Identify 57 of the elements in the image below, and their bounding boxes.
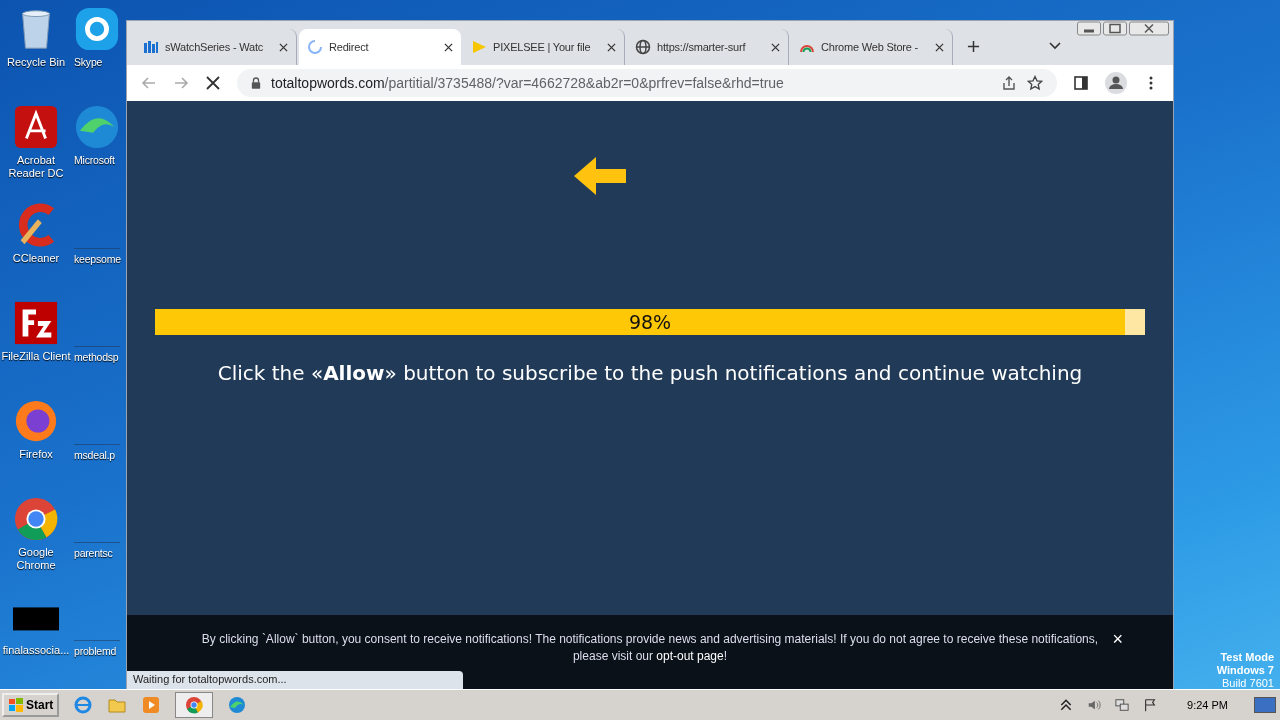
new-tab-icon[interactable]	[967, 40, 980, 53]
desktop-icon-label[interactable]: Acrobat Reader DC	[1, 154, 71, 180]
test-mode-text: Build 7601	[1222, 677, 1274, 690]
progress-reading: 98%	[628, 311, 672, 333]
desktop-icon-label[interactable]: problemd	[74, 645, 117, 658]
opt-out-link[interactable]: opt-out page	[656, 649, 724, 663]
speaker-icon[interactable]	[1087, 698, 1102, 712]
close-icon[interactable]	[771, 42, 780, 52]
close-icon[interactable]	[279, 42, 288, 52]
desktop-icon-label[interactable]: CCleaner	[12, 252, 60, 265]
desktop-icon-label[interactable]: methodsp	[74, 351, 119, 364]
close-icon[interactable]	[444, 42, 453, 52]
close-button[interactable]: ×	[1112, 629, 1123, 650]
close-icon[interactable]	[607, 42, 616, 52]
desktop-icon-label[interactable]: finalassocia...	[2, 644, 70, 657]
close-icon[interactable]	[935, 42, 944, 52]
lock-icon[interactable]	[251, 77, 261, 89]
desktop-icon-label[interactable]: FileZilla Client	[1, 350, 71, 363]
desktop-icon-label[interactable]: Microsoft	[74, 154, 115, 167]
side-panel-icon[interactable]	[1073, 75, 1089, 91]
bars-icon	[143, 39, 159, 55]
windows-logo-icon	[8, 697, 24, 713]
stop-icon[interactable]	[205, 75, 221, 91]
globe-icon	[635, 39, 651, 55]
chevron-down-icon[interactable]	[1049, 42, 1061, 50]
share-icon[interactable]	[1001, 75, 1017, 91]
play-icon	[471, 39, 487, 55]
left-arrow-icon	[574, 157, 626, 195]
instruction-text: Click the «Allow» button to subscribe to the push notifications and continue watching	[217, 361, 1083, 385]
desktop-icon-label[interactable]: Google Chrome	[1, 546, 71, 572]
address-bar[interactable]: totaltopwords.com/partitial/3735488/?var=4662728&ab2r=0&prfrev=false&rhd=true	[237, 69, 1057, 97]
caret-up-icon[interactable]	[1059, 698, 1074, 712]
desktop-icon-label[interactable]: keepsome	[74, 253, 121, 266]
network-icon[interactable]	[1115, 698, 1130, 712]
desktop-icon-label[interactable]: Recycle Bin	[6, 56, 66, 69]
chrome-logo-icon[interactable]	[13, 496, 59, 542]
url-text: totaltopwords.com/partitial/3735488/?var=4662728&ab2r=0&prfrev=false&rhd=true	[271, 75, 784, 91]
test-mode-text: Windows 7	[1216, 664, 1274, 677]
restore-icon[interactable]	[1103, 21, 1127, 36]
desktop-icon-label[interactable]: Firefox	[19, 448, 53, 461]
fz-logo-icon[interactable]	[13, 300, 59, 346]
test-mode-text: Test Mode	[1220, 651, 1274, 664]
clock[interactable]: 9:24 PM	[1187, 699, 1228, 711]
desktop-icon-label[interactable]: Skype	[74, 56, 103, 69]
browser-tab[interactable]: Redirect	[299, 29, 461, 65]
loading-spinner-icon	[307, 39, 323, 55]
desktop-icon-label[interactable]: msdeal.p	[74, 449, 115, 462]
flag-icon[interactable]	[1143, 698, 1158, 712]
start-button[interactable]: Start	[2, 693, 60, 717]
profile-icon[interactable]	[1105, 72, 1127, 94]
wave-logo-icon[interactable]	[74, 104, 120, 150]
minimize-icon[interactable]	[1077, 21, 1101, 36]
star-icon[interactable]	[1027, 75, 1043, 91]
desktop-icon-label[interactable]: parentsc	[74, 547, 113, 560]
status-bubble: Waiting for totaltopwords.com...	[127, 671, 463, 689]
chrome-logo-icon[interactable]	[175, 692, 214, 718]
consent-text: By clicking `Allow` button, you consent to receive notifications! The notifications provide news and advertising materials! If you do not agree to receive these notifications, please visit our opt-out page!	[200, 631, 1100, 665]
